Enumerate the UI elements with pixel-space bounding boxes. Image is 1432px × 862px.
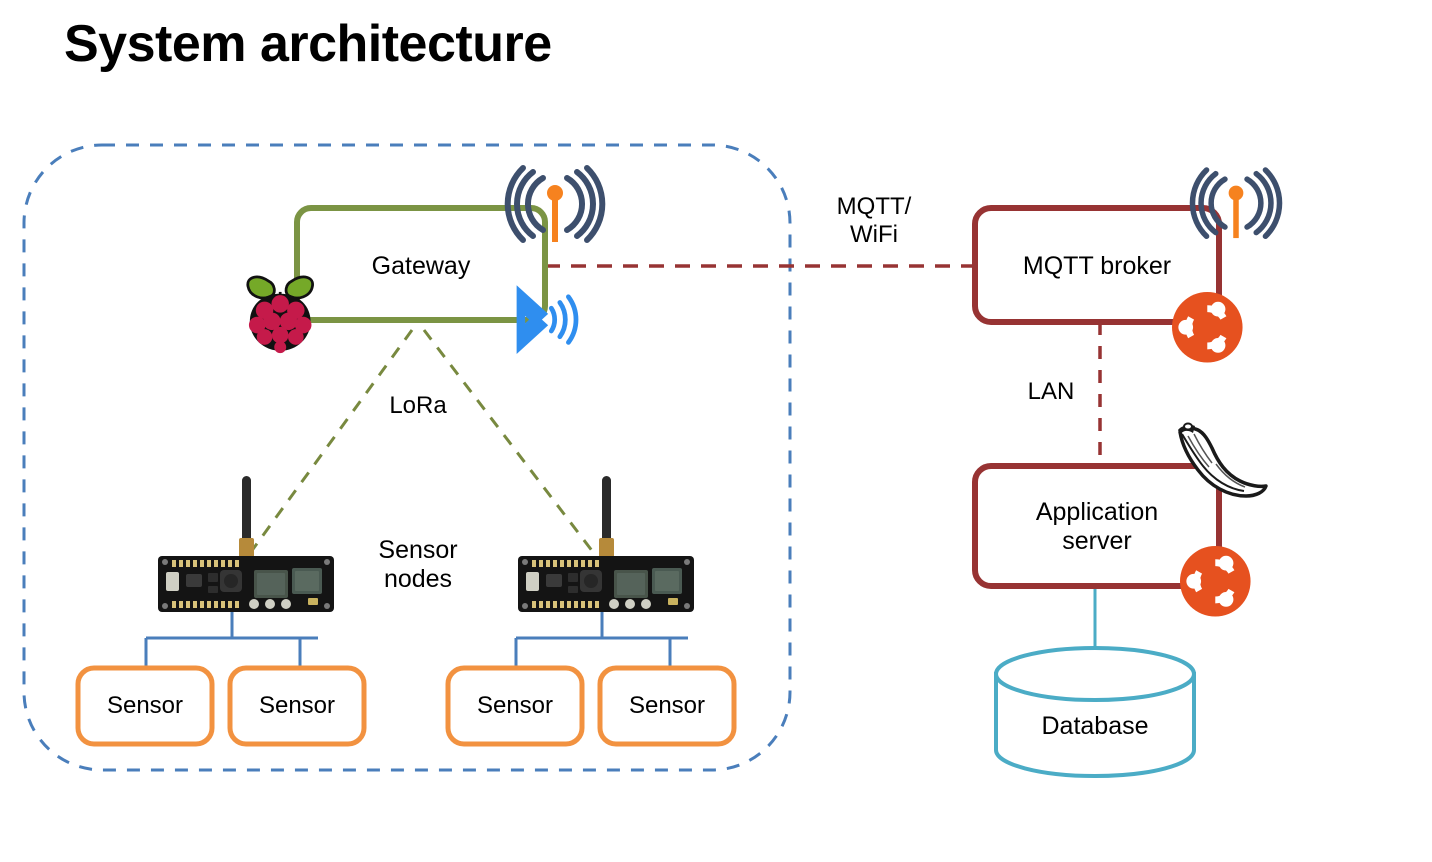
lora-board-icon-right: [518, 476, 694, 612]
sensor-label-wrap-3[interactable]: Sensor: [448, 668, 582, 744]
lora-board-icon-left: [158, 476, 334, 612]
edge-gateway-to-node-left: [246, 329, 414, 557]
lora-edge-label: LoRa: [389, 392, 447, 419]
ubuntu-icon-broker: [1172, 292, 1243, 363]
sensor-label-2: Sensor: [258, 692, 336, 719]
sensor-label-4: Sensor: [628, 692, 706, 719]
database-cylinder[interactable]: [994, 646, 1196, 778]
application-server-box[interactable]: [972, 463, 1222, 589]
lan-edge-label: LAN: [1027, 378, 1075, 405]
mqtt-wifi-edge-label: MQTT/ WiFi: [836, 193, 912, 248]
sensor-link-tree-right: [514, 604, 688, 668]
sensor-label-1: Sensor: [106, 692, 184, 719]
sensor-label-wrap-1[interactable]: Sensor: [78, 668, 212, 744]
sensor-label-wrap-4[interactable]: Sensor: [600, 668, 734, 744]
sensor-link-tree-left: [144, 604, 318, 668]
raspberry-pi-icon: [246, 275, 314, 355]
sensor-label-wrap-2[interactable]: Sensor: [230, 668, 364, 744]
edge-gateway-to-node-right: [422, 329, 598, 557]
sensor-label-3: Sensor: [476, 692, 554, 719]
gateway-box[interactable]: [294, 205, 548, 323]
ubuntu-icon-appserver: [1180, 546, 1251, 617]
